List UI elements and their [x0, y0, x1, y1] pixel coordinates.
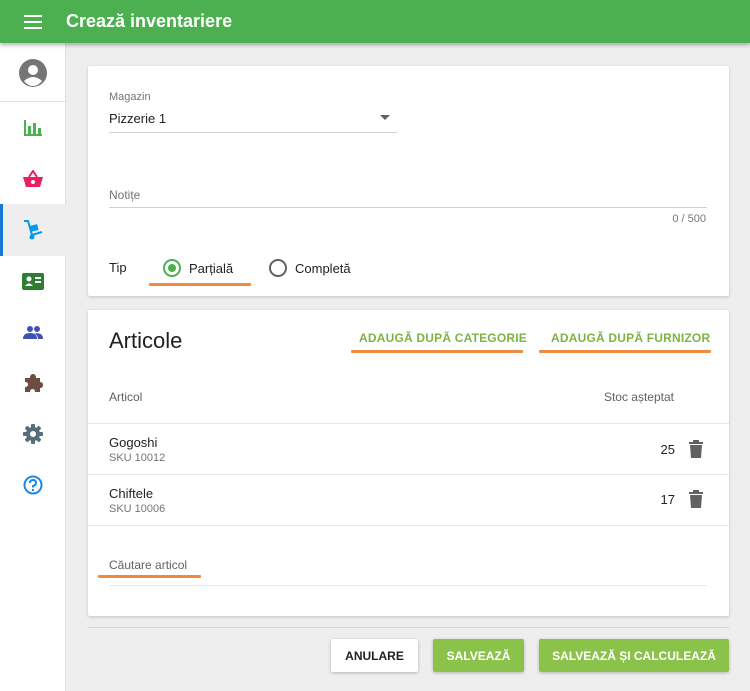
save-and-calculate-button[interactable]: SALVEAZĂ ȘI CALCULEAZĂ — [539, 639, 729, 672]
sidebar-item-users[interactable] — [0, 308, 66, 356]
sidebar-item-help[interactable] — [0, 461, 66, 509]
item-expected-stock: 25 — [660, 442, 675, 457]
notes-counter: 0 / 500 — [672, 213, 706, 225]
store-value: Pizzerie 1 — [109, 111, 167, 126]
sidebar-divider — [0, 101, 66, 102]
add-by-category-button[interactable]: ADAUGĂ DUPĂ CATEGORIE — [359, 331, 527, 345]
item-expected-stock: 17 — [660, 492, 675, 507]
item-name: Gogoshi — [109, 435, 158, 450]
radio-partial-label: Parțială — [189, 260, 234, 276]
sidebar-item-integrations[interactable] — [0, 359, 66, 407]
articles-title: Articole — [109, 328, 183, 353]
hamburger-menu-icon — [24, 14, 42, 29]
sidebar-item-reports[interactable] — [0, 104, 66, 152]
bar-chart-icon — [24, 120, 42, 136]
type-label: Tip — [109, 260, 127, 275]
radio-complete[interactable]: Completă — [269, 259, 351, 277]
radio-complete-indicator — [269, 259, 287, 277]
save-button[interactable]: SALVEAZĂ — [433, 639, 524, 672]
store-select[interactable]: Pizzerie 1 — [109, 106, 397, 134]
supplier-highlight-bar — [539, 350, 711, 353]
sidebar-item-inventory[interactable] — [0, 204, 66, 256]
page-title: Crează inventariere — [66, 11, 233, 31]
footer-divider — [88, 627, 729, 628]
menu-button[interactable] — [0, 0, 66, 43]
store-underline — [109, 132, 397, 133]
dolly-icon — [24, 220, 43, 240]
articles-card: Articole ADAUGĂ DUPĂ CATEGORIE ADAUGĂ DU… — [88, 310, 729, 616]
category-highlight-bar — [351, 350, 523, 353]
delete-icon[interactable] — [688, 440, 704, 458]
add-by-supplier-button[interactable]: ADAUGĂ DUPĂ FURNIZOR — [551, 331, 710, 345]
store-label: Magazin — [109, 91, 151, 103]
item-name: Chiftele — [109, 486, 154, 501]
dropdown-arrow-icon — [380, 115, 390, 120]
radio-partial[interactable]: Parțială — [163, 259, 233, 277]
article-search-placeholder: Căutare articol — [109, 558, 188, 572]
puzzle-icon — [25, 374, 43, 392]
gear-icon — [23, 424, 43, 444]
search-underline — [109, 585, 707, 586]
contact-card-icon — [22, 272, 44, 290]
table-row[interactable]: Chiftele SKU 10006 17 — [88, 475, 729, 525]
delete-icon[interactable] — [688, 490, 704, 508]
sidebar — [0, 43, 66, 691]
search-highlight-bar — [98, 575, 201, 578]
account-circle-icon — [19, 59, 47, 87]
column-header-expected-stock: Stoc așteptat — [603, 390, 674, 404]
help-circle-icon — [23, 475, 43, 495]
column-header-article: Articol — [109, 390, 143, 404]
table-row[interactable]: Gogoshi SKU 10012 25 — [88, 424, 729, 474]
notes-placeholder: Notițe — [109, 188, 141, 202]
notes-underline — [109, 207, 707, 208]
people-icon — [23, 326, 43, 339]
sidebar-item-settings[interactable] — [0, 410, 66, 458]
app-bar: Crează inventariere — [0, 0, 750, 43]
notes-field[interactable]: Notițe — [109, 182, 707, 210]
partial-highlight-bar — [149, 283, 251, 286]
sidebar-item-contacts[interactable] — [0, 257, 66, 305]
radio-partial-indicator — [163, 259, 181, 277]
radio-complete-label: Completă — [295, 260, 351, 276]
item-sku: SKU 10006 — [109, 503, 166, 515]
item-sku: SKU 10012 — [109, 452, 166, 464]
row-divider — [88, 525, 729, 526]
cancel-button[interactable]: ANULARE — [331, 639, 418, 672]
sidebar-item-account[interactable] — [0, 49, 66, 97]
sidebar-item-sales[interactable] — [0, 155, 66, 203]
inventory-form-card: Magazin Pizzerie 1 Notițe 0 / 500 Tip Pa… — [88, 66, 729, 296]
article-search-field[interactable]: Căutare articol — [109, 550, 707, 586]
basket-icon — [23, 170, 43, 187]
